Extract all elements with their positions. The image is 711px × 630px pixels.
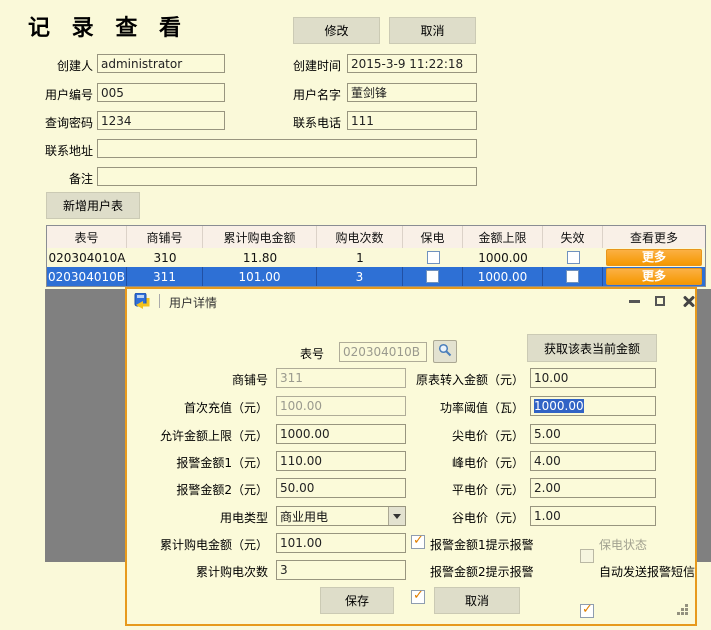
dlg-meter-no-label: 表号 (224, 345, 324, 362)
modify-button[interactable]: 修改 (293, 17, 380, 44)
dlg-shop-no-label: 商铺号 (137, 371, 268, 388)
protect-status-checkbox[interactable] (580, 549, 594, 563)
titlebar-divider (159, 294, 160, 308)
cell-limit: 1000.00 (463, 248, 543, 267)
save-button[interactable]: 保存 (320, 587, 394, 614)
remark-label: 备注 (18, 170, 93, 187)
add-user-table-button[interactable]: 新增用户表 (46, 192, 140, 219)
cell-meter-no: 020304010A (47, 248, 127, 267)
search-meter-button[interactable] (433, 340, 457, 363)
alarm2-label: 报警金额2（元） (137, 481, 268, 498)
transfer-amount-input[interactable] (530, 368, 656, 388)
maximize-icon[interactable] (655, 296, 665, 306)
address-input[interactable] (97, 139, 477, 158)
cell-shop-no: 311 (127, 267, 203, 286)
allow-limit-label: 允许金额上限（元） (137, 427, 268, 444)
cell-total-amount: 11.80 (203, 248, 317, 267)
purchase-count-label: 累计购电次数 (137, 563, 268, 580)
user-details-dialog: 用户详情 表号 获取该表当前金额 商铺号 首次充值（元） 允许金额上限（元） 报… (125, 287, 697, 626)
peak-price-label: 峰电价（元） (387, 454, 524, 471)
cell-total-amount: 101.00 (203, 267, 317, 286)
dialog-titlebar[interactable]: 用户详情 (127, 289, 695, 313)
user-name-input[interactable] (347, 83, 477, 102)
minimize-icon[interactable] (629, 300, 640, 303)
col-header-shop-no: 商铺号 (127, 226, 203, 248)
more-button[interactable]: 更多 (606, 268, 702, 285)
cell-meter-no: 020304010B (47, 267, 127, 286)
more-button[interactable]: 更多 (606, 249, 702, 266)
table-row-selected[interactable]: 020304010B 311 101.00 3 1000.00 更多 (47, 267, 705, 286)
col-header-limit: 金额上限 (463, 226, 543, 248)
meter-table-header: 表号 商铺号 累计购电金额 购电次数 保电 金额上限 失效 查看更多 (47, 226, 705, 248)
query-password-label: 查询密码 (18, 114, 93, 131)
dlg-total-amount-label: 累计购电金额（元） (137, 536, 268, 553)
alarm1-label: 报警金额1（元） (137, 454, 268, 471)
alarm2-notify-label: 报警金额2提示报警 (430, 563, 534, 580)
sharp-price-label: 尖电价（元） (387, 427, 524, 444)
user-no-input[interactable] (97, 83, 225, 102)
record-view-window: 记 录 查 看 修改 取消 创建人 创建时间 用户编号 用户名字 查询密码 联系… (0, 0, 711, 630)
cancel-button[interactable]: 取消 (389, 17, 476, 44)
cell-shop-no: 310 (127, 248, 203, 267)
search-icon (438, 343, 452, 357)
auto-sms-checkbox[interactable] (580, 604, 594, 618)
col-header-count: 购电次数 (317, 226, 403, 248)
alarm1-notify-checkbox[interactable] (411, 535, 425, 549)
meter-table: 表号 商铺号 累计购电金额 购电次数 保电 金额上限 失效 查看更多 02030… (46, 225, 706, 287)
first-charge-label: 首次充值（元） (137, 399, 268, 416)
electricity-type-label: 用电类型 (137, 509, 268, 526)
dlg-meter-no-input[interactable] (339, 342, 427, 362)
creator-label: 创建人 (18, 57, 93, 74)
resize-grip[interactable] (677, 604, 689, 616)
invalid-checkbox[interactable] (566, 270, 579, 283)
creator-input[interactable] (97, 54, 225, 73)
power-threshold-label: 功率阈值（瓦） (387, 399, 524, 416)
cell-count: 1 (317, 248, 403, 267)
form-icon (134, 293, 151, 310)
remark-input[interactable] (97, 167, 477, 186)
power-threshold-input[interactable]: 1000.00 (530, 396, 656, 416)
alarm2-notify-checkbox[interactable] (411, 590, 425, 604)
col-header-view-more: 查看更多 (603, 226, 705, 248)
page-title: 记 录 查 看 (28, 10, 188, 42)
alarm1-notify-label: 报警金额1提示报警 (430, 536, 534, 553)
protect-status-label: 保电状态 (599, 536, 647, 553)
dialog-title: 用户详情 (169, 294, 217, 311)
table-row[interactable]: 020304010A 310 11.80 1 1000.00 更多 (47, 248, 705, 267)
sharp-price-input[interactable] (530, 424, 656, 444)
valley-price-input[interactable] (530, 506, 656, 526)
created-time-label: 创建时间 (266, 57, 341, 74)
close-icon[interactable] (683, 295, 695, 307)
cell-count: 3 (317, 267, 403, 286)
phone-label: 联系电话 (266, 114, 341, 131)
cell-limit: 1000.00 (463, 267, 543, 286)
col-header-total-amount: 累计购电金额 (203, 226, 317, 248)
flat-price-input[interactable] (530, 478, 656, 498)
address-label: 联系地址 (18, 142, 93, 159)
dlg-total-amount-input[interactable] (276, 533, 406, 553)
query-password-input[interactable] (97, 111, 225, 130)
purchase-count-input[interactable] (276, 560, 406, 580)
electricity-type-value: 商业用电 (277, 508, 388, 525)
created-time-input[interactable] (347, 54, 477, 73)
phone-input[interactable] (347, 111, 477, 130)
col-header-invalid: 失效 (543, 226, 603, 248)
col-header-meter-no: 表号 (47, 226, 127, 248)
user-no-label: 用户编号 (18, 86, 93, 103)
selected-text: 1000.00 (534, 399, 584, 413)
protect-checkbox[interactable] (427, 251, 440, 264)
valley-price-label: 谷电价（元） (387, 509, 524, 526)
dialog-cancel-button[interactable]: 取消 (434, 587, 520, 614)
flat-price-label: 平电价（元） (387, 481, 524, 498)
invalid-checkbox[interactable] (567, 251, 580, 264)
col-header-protect: 保电 (403, 226, 463, 248)
protect-checkbox[interactable] (426, 270, 439, 283)
auto-sms-label: 自动发送报警短信 (599, 563, 695, 580)
user-name-label: 用户名字 (266, 86, 341, 103)
transfer-amount-label: 原表转入金额（元） (387, 371, 524, 388)
peak-price-input[interactable] (530, 451, 656, 471)
get-current-amount-button[interactable]: 获取该表当前金额 (527, 334, 657, 362)
